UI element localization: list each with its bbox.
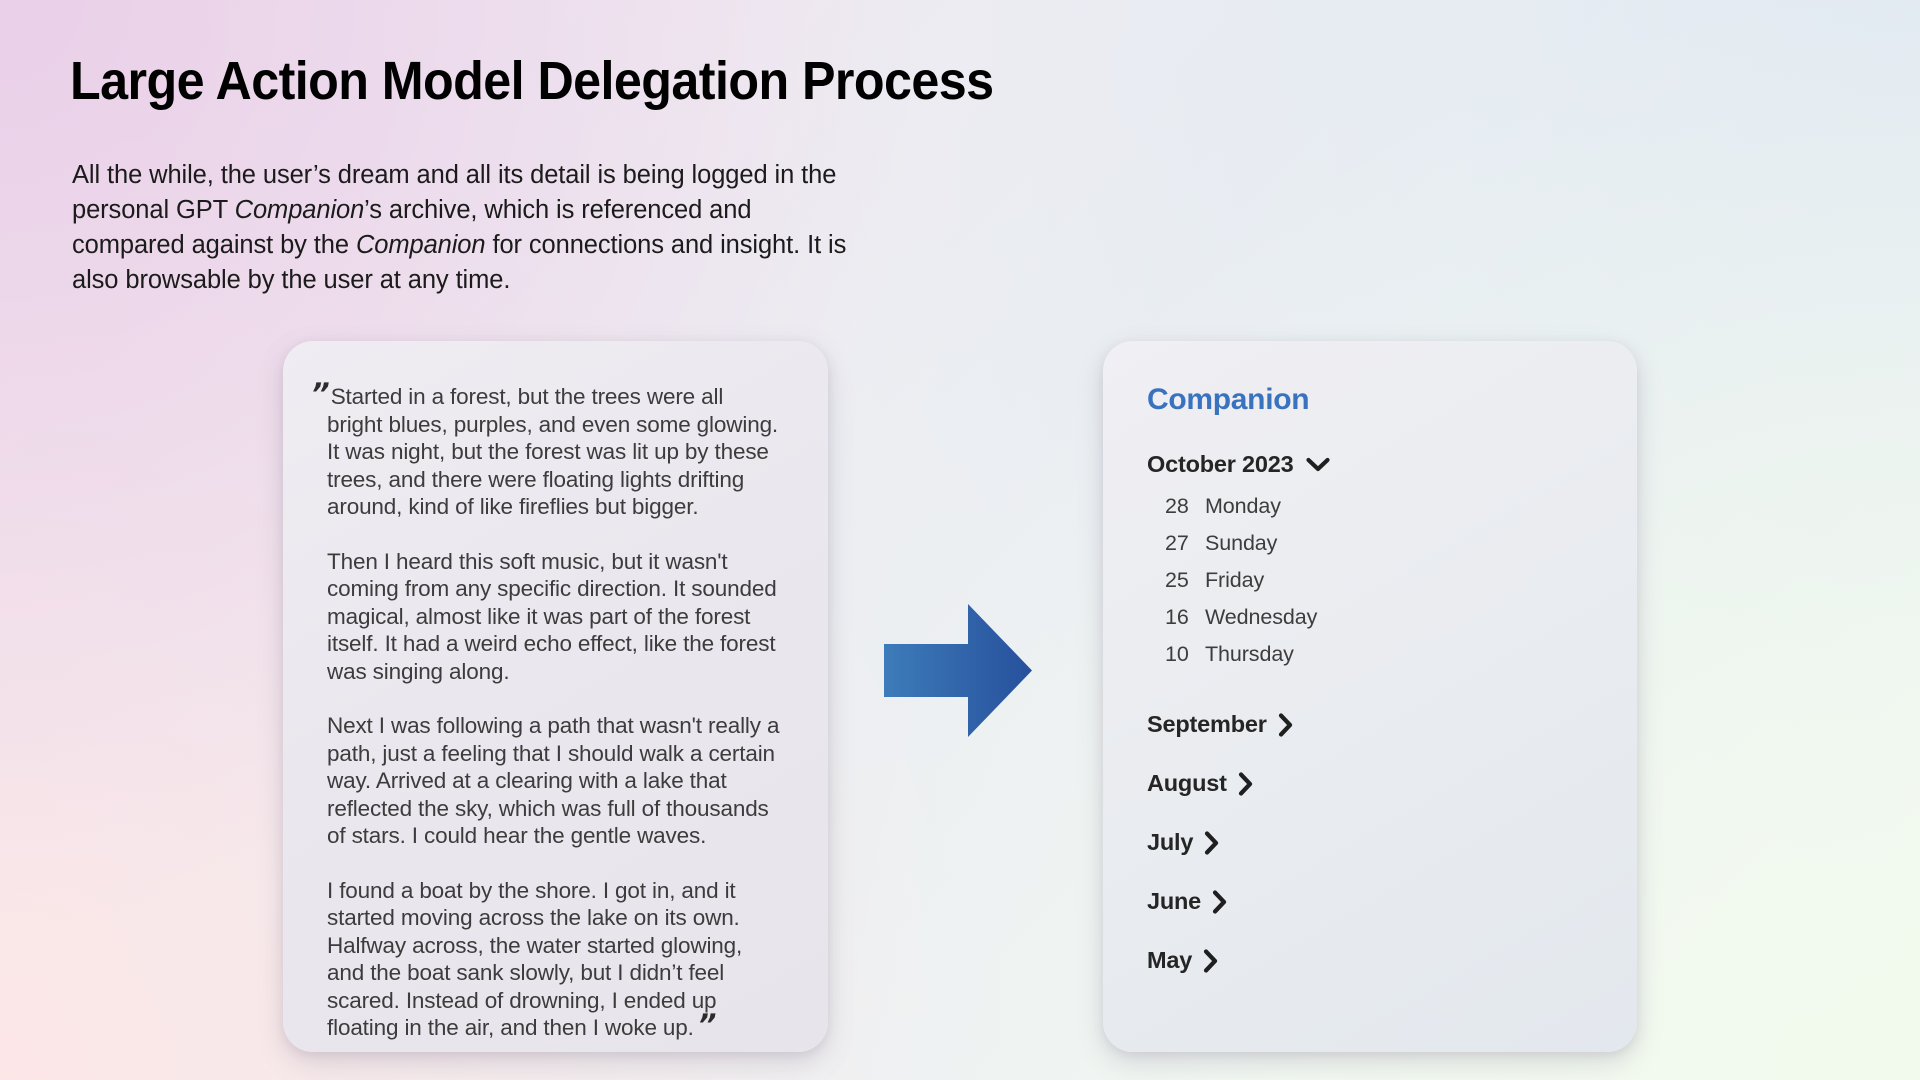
day-list-item[interactable]: 28 Monday	[1165, 494, 1637, 531]
companion-title: Companion	[1147, 383, 1310, 416]
day-list-item[interactable]: 27 Sunday	[1165, 531, 1637, 568]
intro-emphasis-companion-1: Companion	[234, 196, 365, 224]
day-list-item[interactable]: 16 Wednesday	[1165, 605, 1637, 642]
dream-paragraph: I found a boat by the shore. I got in, a…	[327, 877, 784, 1042]
month-current-row[interactable]: October 2023	[1147, 451, 1637, 478]
day-number: 28	[1165, 494, 1189, 518]
day-name: Monday	[1205, 494, 1281, 518]
arrow-right-icon	[884, 604, 1032, 737]
dream-transcript-card: ”Started in a forest, but the trees were…	[283, 341, 828, 1052]
chevron-right-icon[interactable]	[1278, 712, 1294, 737]
day-list: 28 Monday 27 Sunday 25 Friday 16 Wednesd…	[1165, 494, 1637, 679]
chevron-right-icon[interactable]	[1238, 771, 1254, 796]
month-list-item-july[interactable]: July	[1147, 813, 1637, 872]
quote-open-icon: ”	[311, 377, 330, 411]
month-label: September	[1147, 711, 1267, 737]
month-label: May	[1147, 947, 1193, 973]
intro-paragraph: All the while, the user’s dream and all …	[72, 158, 862, 298]
month-list-item-august[interactable]: August	[1147, 754, 1637, 813]
dream-paragraph: ”Started in a forest, but the trees were…	[311, 380, 784, 521]
day-number: 25	[1165, 568, 1189, 592]
day-list-item[interactable]: 25 Friday	[1165, 568, 1637, 605]
day-number: 27	[1165, 531, 1189, 555]
chevron-right-icon[interactable]	[1204, 830, 1220, 855]
day-number: 10	[1165, 642, 1189, 666]
day-name: Sunday	[1205, 531, 1278, 555]
month-label: June	[1147, 888, 1202, 914]
chevron-down-icon[interactable]	[1305, 457, 1330, 473]
companion-archive-card: Companion October 2023 28 Monday 27 Sund…	[1103, 341, 1637, 1052]
intro-emphasis-companion-2: Companion	[355, 231, 486, 259]
month-list-item-may[interactable]: May	[1147, 931, 1637, 990]
quote-close-icon: ”	[697, 1008, 717, 1042]
month-list: September August July June May	[1103, 695, 1637, 990]
chevron-right-icon[interactable]	[1203, 948, 1219, 973]
day-number: 16	[1165, 605, 1189, 629]
day-name: Thursday	[1205, 642, 1294, 666]
month-list-item-june[interactable]: June	[1147, 872, 1637, 931]
dream-quote-body: ”Started in a forest, but the trees were…	[311, 380, 784, 1042]
dream-paragraph-text: Next I was following a path that wasn't …	[327, 713, 780, 848]
slide-canvas: Large Action Model Delegation Process Al…	[0, 0, 1920, 1080]
chevron-right-icon[interactable]	[1212, 889, 1228, 914]
day-name: Wednesday	[1205, 605, 1318, 629]
dream-paragraph-text: I found a boat by the shore. I got in, a…	[327, 877, 743, 1041]
dream-paragraph-text: Started in a forest, but the trees were …	[327, 384, 779, 519]
dream-paragraph: Next I was following a path that wasn't …	[327, 712, 784, 850]
day-name: Friday	[1205, 568, 1265, 592]
page-title: Large Action Model Delegation Process	[70, 51, 994, 111]
month-label: July	[1147, 829, 1194, 855]
month-current-label: October 2023	[1147, 451, 1294, 477]
dream-paragraph-text: Then I heard this soft music, but it was…	[327, 548, 777, 684]
month-list-item-september[interactable]: September	[1147, 695, 1637, 754]
dream-paragraph: Then I heard this soft music, but it was…	[327, 548, 784, 686]
day-list-item[interactable]: 10 Thursday	[1165, 642, 1637, 679]
month-label: August	[1147, 770, 1227, 796]
